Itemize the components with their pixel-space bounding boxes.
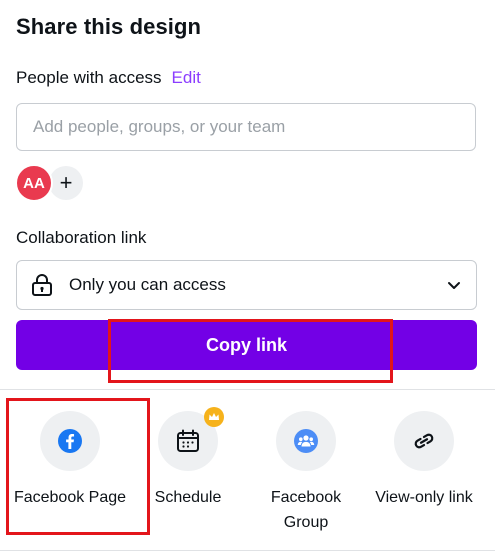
plus-icon: + — [59, 170, 73, 195]
facebook-group-icon-circle — [276, 411, 336, 471]
facebook-group-icon — [294, 429, 318, 453]
share-option-schedule[interactable]: Schedule — [123, 407, 253, 510]
people-access-label: People with access — [16, 68, 162, 87]
calendar-icon — [177, 429, 199, 452]
collaboration-link-label: Collaboration link — [16, 228, 147, 247]
link-access-value: Only you can access — [69, 275, 226, 294]
crown-icon — [204, 407, 224, 427]
view-only-link-icon-circle — [394, 411, 454, 471]
lock-icon — [32, 274, 52, 296]
people-access-row: People with access Edit — [16, 68, 201, 88]
add-person-button[interactable]: + — [49, 166, 83, 200]
panel-title: Share this design — [16, 14, 202, 39]
share-option-label: View-only link — [375, 489, 473, 506]
chevron-down-icon — [448, 282, 460, 289]
edit-link[interactable]: Edit — [172, 68, 201, 88]
divider — [0, 389, 495, 390]
copy-link-button[interactable]: Copy link — [16, 320, 477, 370]
link-access-dropdown[interactable]: Only you can access — [16, 260, 477, 310]
share-option-view-only-link[interactable]: View-only link — [359, 411, 489, 510]
facebook-page-icon-circle — [40, 411, 100, 471]
schedule-icon-circle — [158, 407, 224, 471]
divider — [0, 550, 495, 551]
share-option-facebook-page[interactable]: Facebook Page — [5, 411, 135, 510]
avatar-row: AA + — [15, 164, 83, 202]
avatar[interactable]: AA — [15, 164, 53, 202]
share-option-label: Schedule — [154, 489, 222, 506]
link-icon — [414, 433, 434, 449]
share-option-label: Facebook Page — [13, 489, 127, 506]
share-option-label: Facebook Group — [270, 489, 342, 531]
facebook-icon — [58, 429, 82, 453]
share-option-facebook-group[interactable]: Facebook Group — [241, 411, 371, 535]
add-people-input[interactable] — [16, 103, 476, 151]
